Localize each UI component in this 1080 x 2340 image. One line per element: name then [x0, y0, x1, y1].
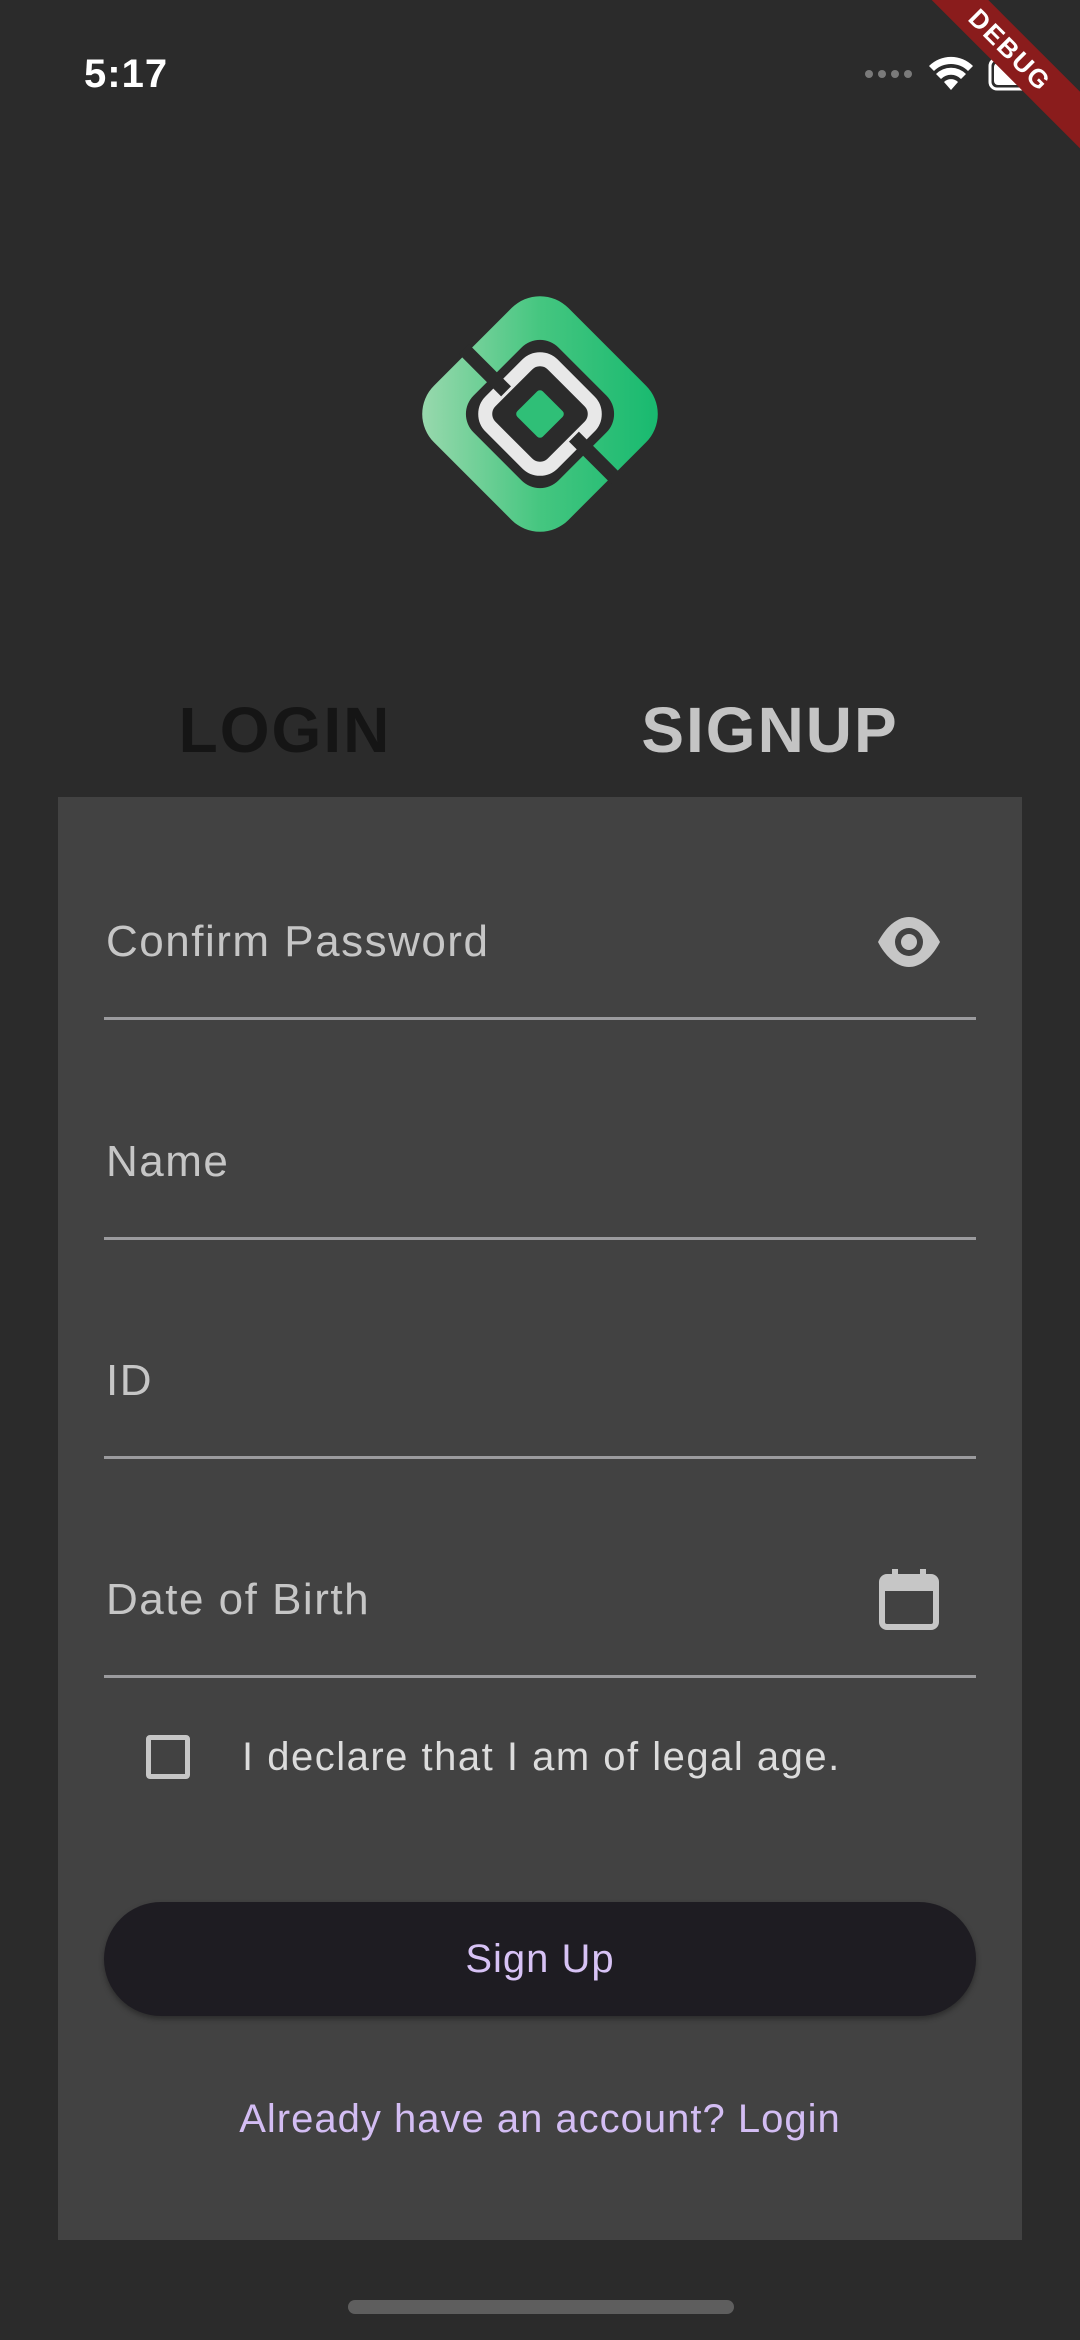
- wifi-icon: [928, 56, 974, 97]
- id-label: ID: [106, 1356, 153, 1405]
- tab-login[interactable]: LOGIN: [120, 680, 450, 780]
- auth-tabs: LOGIN SIGNUP: [0, 680, 1080, 780]
- tab-signup[interactable]: SIGNUP: [600, 680, 940, 780]
- calendar-icon[interactable]: [876, 1567, 942, 1633]
- legal-age-row: I declare that I am of legal age.: [146, 1735, 946, 1791]
- home-indicator: [348, 2300, 734, 2314]
- confirm-password-label: Confirm Password: [106, 917, 490, 966]
- name-field[interactable]: Name: [104, 1077, 976, 1240]
- status-time: 5:17: [84, 52, 169, 96]
- date-of-birth-field[interactable]: Date of Birth: [104, 1515, 976, 1678]
- date-of-birth-label: Date of Birth: [106, 1575, 371, 1624]
- status-bar: 5:17 DEBUG: [0, 0, 1080, 157]
- sign-up-button[interactable]: Sign Up: [104, 1902, 976, 2016]
- signup-form-card: Confirm Password Name ID Date of Birth I: [58, 797, 1022, 2240]
- login-link[interactable]: Already have an account? Login: [58, 2097, 1022, 2142]
- app-logo-icon: [402, 276, 678, 552]
- cellular-icon: [864, 67, 914, 85]
- legal-age-label: I declare that I am of legal age.: [242, 1735, 841, 1779]
- legal-age-checkbox[interactable]: [146, 1735, 190, 1779]
- eye-icon[interactable]: [876, 909, 942, 975]
- confirm-password-field[interactable]: Confirm Password: [104, 857, 976, 1020]
- id-field[interactable]: ID: [104, 1296, 976, 1459]
- name-label: Name: [106, 1137, 230, 1186]
